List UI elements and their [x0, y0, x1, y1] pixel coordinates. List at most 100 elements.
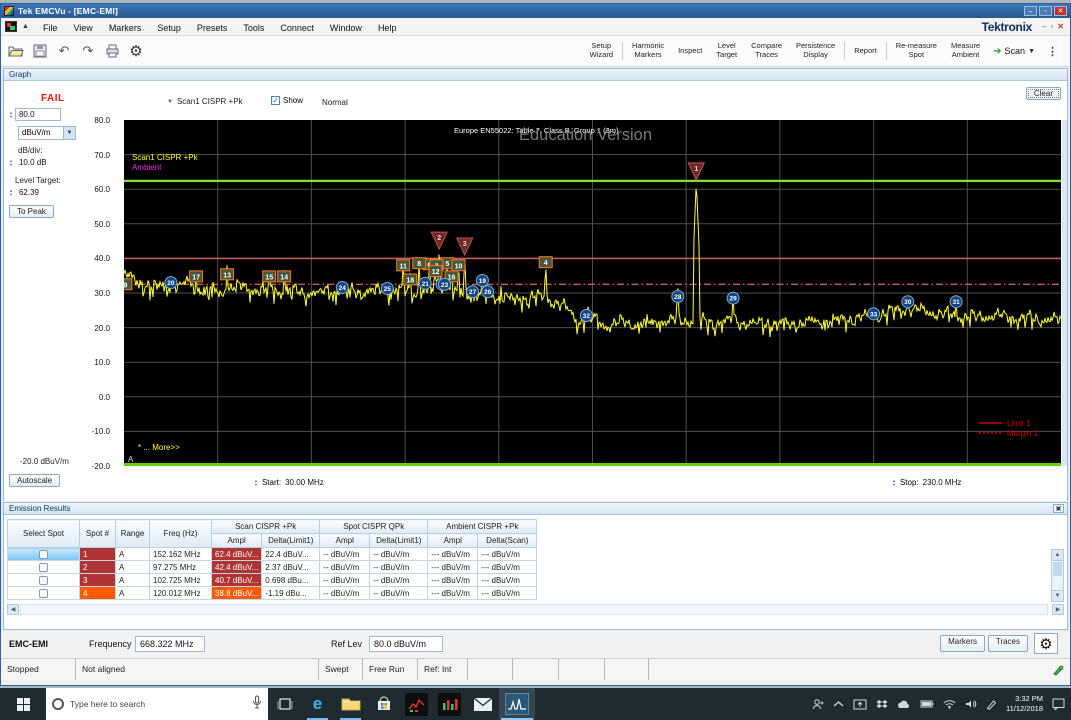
stop-freq-spinner[interactable]: ▲▼: [892, 479, 896, 486]
marker-14[interactable]: 14: [278, 271, 291, 282]
table-row[interactable]: 4A120.012 MHz38.8 dBuV...-1.19 dBu...-- …: [8, 587, 1037, 600]
marker-25[interactable]: 25: [381, 283, 393, 295]
edge-icon[interactable]: e: [301, 688, 334, 720]
mail-icon[interactable]: [466, 688, 499, 720]
marker-15[interactable]: 15: [263, 271, 276, 282]
more-options-icon[interactable]: ⋮: [1041, 45, 1064, 58]
to-peak-button[interactable]: To Peak: [9, 205, 54, 218]
level-target-input[interactable]: 62.39: [15, 186, 61, 199]
unit-dropdown[interactable]: dBuV/m ▼: [18, 126, 76, 140]
toolbar-persistence-display[interactable]: Persistence Display: [789, 42, 842, 59]
marker-31[interactable]: 31: [950, 296, 962, 308]
marker-33[interactable]: 33: [868, 308, 880, 320]
battery-icon[interactable]: [920, 700, 934, 708]
toolbar-setup-wizard[interactable]: Setup Wizard: [583, 42, 620, 59]
clear-button[interactable]: Clear: [1026, 87, 1061, 100]
spectrum-app-icon[interactable]: [400, 688, 433, 720]
ref-level-spinner[interactable]: ▲▼: [9, 111, 13, 118]
undo-icon[interactable]: ↶: [55, 42, 73, 60]
table-row[interactable]: 1A152.162 MHz62.4 dBuV...22.4 dBuV...-- …: [8, 548, 1037, 561]
restore-button[interactable]: ▫: [1039, 6, 1052, 16]
marker-9[interactable]: 9: [124, 279, 132, 290]
tek-emcvu-icon[interactable]: [499, 688, 535, 720]
marker-8[interactable]: 8: [413, 258, 426, 269]
onedrive-icon[interactable]: [897, 700, 911, 709]
marker-30[interactable]: 30: [902, 296, 914, 308]
select-spot-checkbox[interactable]: [39, 589, 48, 598]
print-icon[interactable]: [103, 42, 121, 60]
marker-18[interactable]: 18: [404, 274, 417, 285]
scroll-up-icon[interactable]: ▲: [1052, 550, 1063, 561]
display-icon[interactable]: [853, 699, 867, 710]
task-view-icon[interactable]: [268, 688, 301, 720]
toolbar-compare-traces[interactable]: Compare Traces: [744, 42, 789, 59]
marker-29[interactable]: 29: [727, 292, 739, 304]
taskbar-clock[interactable]: 3:32 PM 11/12/2018: [1006, 694, 1043, 714]
stop-freq-value[interactable]: 230.0 MHz: [923, 478, 962, 487]
marker-27[interactable]: 27: [467, 286, 479, 298]
scroll-down-icon[interactable]: ▼: [1052, 590, 1063, 601]
marker-12[interactable]: 12: [429, 266, 442, 277]
menu-tools[interactable]: Tools: [235, 21, 272, 35]
marker-13[interactable]: 13: [221, 269, 234, 280]
scroll-right-icon[interactable]: ▶: [1052, 604, 1064, 615]
ref-level-input[interactable]: 80.0: [15, 108, 61, 121]
ref-lev-field[interactable]: 80.0 dBuV/m: [369, 636, 443, 652]
file-explorer-icon[interactable]: [334, 688, 367, 720]
markers-button[interactable]: Markers: [940, 635, 985, 652]
doc-close-icon[interactable]: ✕: [1057, 22, 1064, 31]
show-checkbox[interactable]: ✓: [271, 96, 280, 105]
store-icon[interactable]: [367, 688, 400, 720]
minimize-button[interactable]: –: [1024, 6, 1037, 16]
table-row[interactable]: 3A102.725 MHz40.7 dBuV...0.698 dBu...-- …: [8, 574, 1037, 587]
toolbar-harmonic-markers[interactable]: Harmonic Markers: [625, 42, 671, 59]
marker-32[interactable]: 32: [580, 310, 592, 322]
settings-gear-icon[interactable]: ⚙: [127, 42, 145, 60]
microphone-icon[interactable]: [252, 695, 262, 714]
marker-23[interactable]: 23: [439, 278, 451, 290]
toolbar-measure-ambient[interactable]: Measure Ambient: [944, 42, 987, 59]
volume-icon[interactable]: [965, 699, 977, 709]
marker-17[interactable]: 17: [190, 271, 203, 282]
marker-21[interactable]: 21: [419, 277, 431, 289]
menu-connect[interactable]: Connect: [272, 21, 322, 35]
select-spot-checkbox[interactable]: [39, 563, 48, 572]
plot-area[interactable]: Europe EN55022: Table 7, Class B, Group …: [124, 120, 1061, 466]
eject-icon[interactable]: ▲: [22, 23, 29, 30]
dropdown-arrow-icon[interactable]: ▼: [63, 127, 75, 139]
trace-selector[interactable]: ▼ Scan1 CISPR +Pk: [167, 97, 243, 106]
people-icon[interactable]: [812, 698, 824, 710]
marker-10[interactable]: 10: [452, 260, 465, 271]
frequency-field[interactable]: 668.322 MHz: [135, 636, 205, 652]
menu-file[interactable]: File: [35, 21, 66, 35]
select-spot-checkbox[interactable]: [39, 550, 48, 559]
menu-window[interactable]: Window: [322, 21, 370, 35]
analyzer-app-icon[interactable]: [433, 688, 466, 720]
start-freq-value[interactable]: 30.00 MHz: [285, 478, 324, 487]
pen-icon[interactable]: [986, 699, 997, 710]
save-icon[interactable]: [31, 42, 49, 60]
toolbar-report[interactable]: Report: [847, 47, 884, 56]
dropbox-icon[interactable]: [876, 699, 888, 710]
marker-19[interactable]: 19: [476, 275, 488, 287]
doc-restore-icon[interactable]: ▫: [1050, 22, 1053, 31]
menu-help[interactable]: Help: [370, 21, 405, 35]
scan-button[interactable]: ➔ Scan ▼: [987, 46, 1041, 57]
menu-presets[interactable]: Presets: [189, 21, 236, 35]
toolbar-re-measure-spot[interactable]: Re-measure Spot: [889, 42, 944, 59]
scroll-thumb[interactable]: [1053, 562, 1062, 576]
table-vertical-scrollbar[interactable]: ▲ ▼: [1051, 549, 1064, 602]
doc-minimize-icon[interactable]: –: [1042, 22, 1046, 31]
table-row[interactable]: 2A97.275 MHz42.4 dBuV...2.37 dBuV...-- d…: [8, 561, 1037, 574]
scroll-left-icon[interactable]: ◀: [7, 604, 19, 615]
start-freq-spinner[interactable]: ▲▼: [254, 479, 258, 486]
panel-pin-icon[interactable]: ▣: [1053, 504, 1064, 513]
settings-button[interactable]: ⚙: [1034, 633, 1058, 654]
marker-11[interactable]: 11: [397, 260, 410, 271]
select-spot-checkbox[interactable]: [39, 576, 48, 585]
start-button[interactable]: [0, 688, 46, 720]
close-button[interactable]: ✕: [1054, 6, 1067, 16]
autoscale-button[interactable]: Autoscale: [9, 474, 60, 487]
marker-20[interactable]: 20: [165, 277, 177, 289]
menu-markers[interactable]: Markers: [101, 21, 150, 35]
